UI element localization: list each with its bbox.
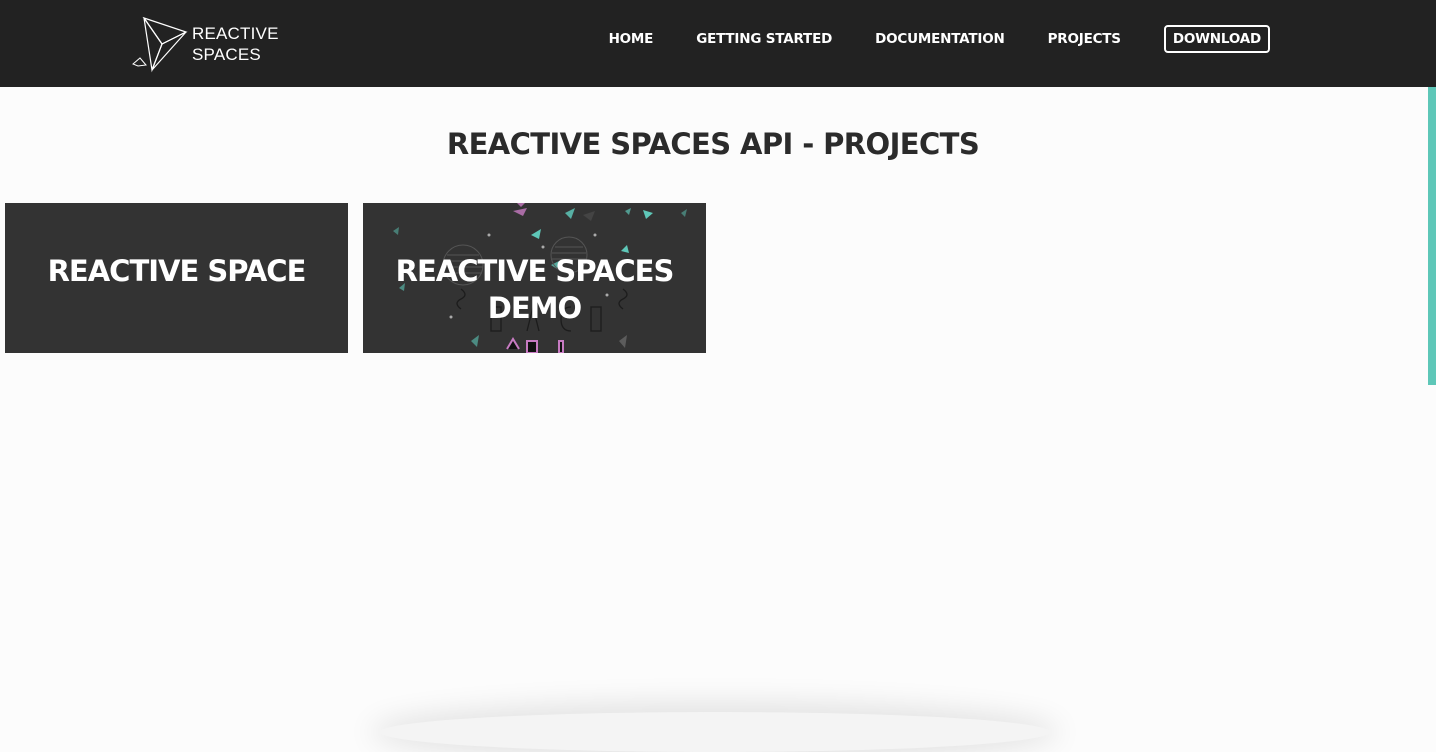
brand-line-2: SPACES bbox=[192, 45, 261, 64]
brand-logo-link[interactable]: REACTIVE SPACES bbox=[130, 14, 279, 74]
reactive-spaces-logo-icon bbox=[132, 16, 188, 73]
project-card-title: REACTIVE SPACE bbox=[47, 254, 307, 288]
project-card-reactive-spaces-demo[interactable]: REACTIVE SPACES DEMO bbox=[363, 203, 706, 353]
brand-line-1: REACTIVE bbox=[192, 24, 279, 43]
main-nav: HOME GETTING STARTED DOCUMENTATION PROJE… bbox=[609, 24, 1270, 53]
brand-wordmark: REACTIVE SPACES bbox=[192, 23, 279, 65]
top-navbar: REACTIVE SPACES HOME GETTING STARTED DOC… bbox=[0, 0, 1436, 87]
nav-projects-link[interactable]: PROJECTS bbox=[1048, 31, 1121, 47]
scroll-accent-bar[interactable] bbox=[1428, 87, 1436, 385]
nav-getting-started-link[interactable]: GETTING STARTED bbox=[696, 31, 832, 47]
project-card-reactive-space[interactable]: REACTIVE SPACE bbox=[5, 203, 348, 353]
nav-home-link[interactable]: HOME bbox=[609, 31, 654, 47]
page-title: REACTIVE SPACES API - PROJECTS bbox=[446, 127, 980, 161]
download-button[interactable]: DOWNLOAD bbox=[1163, 24, 1270, 53]
footer-shadow bbox=[380, 712, 1050, 752]
nav-documentation-link[interactable]: DOCUMENTATION bbox=[875, 31, 1005, 47]
project-card-title: REACTIVE SPACES DEMO bbox=[395, 254, 675, 325]
